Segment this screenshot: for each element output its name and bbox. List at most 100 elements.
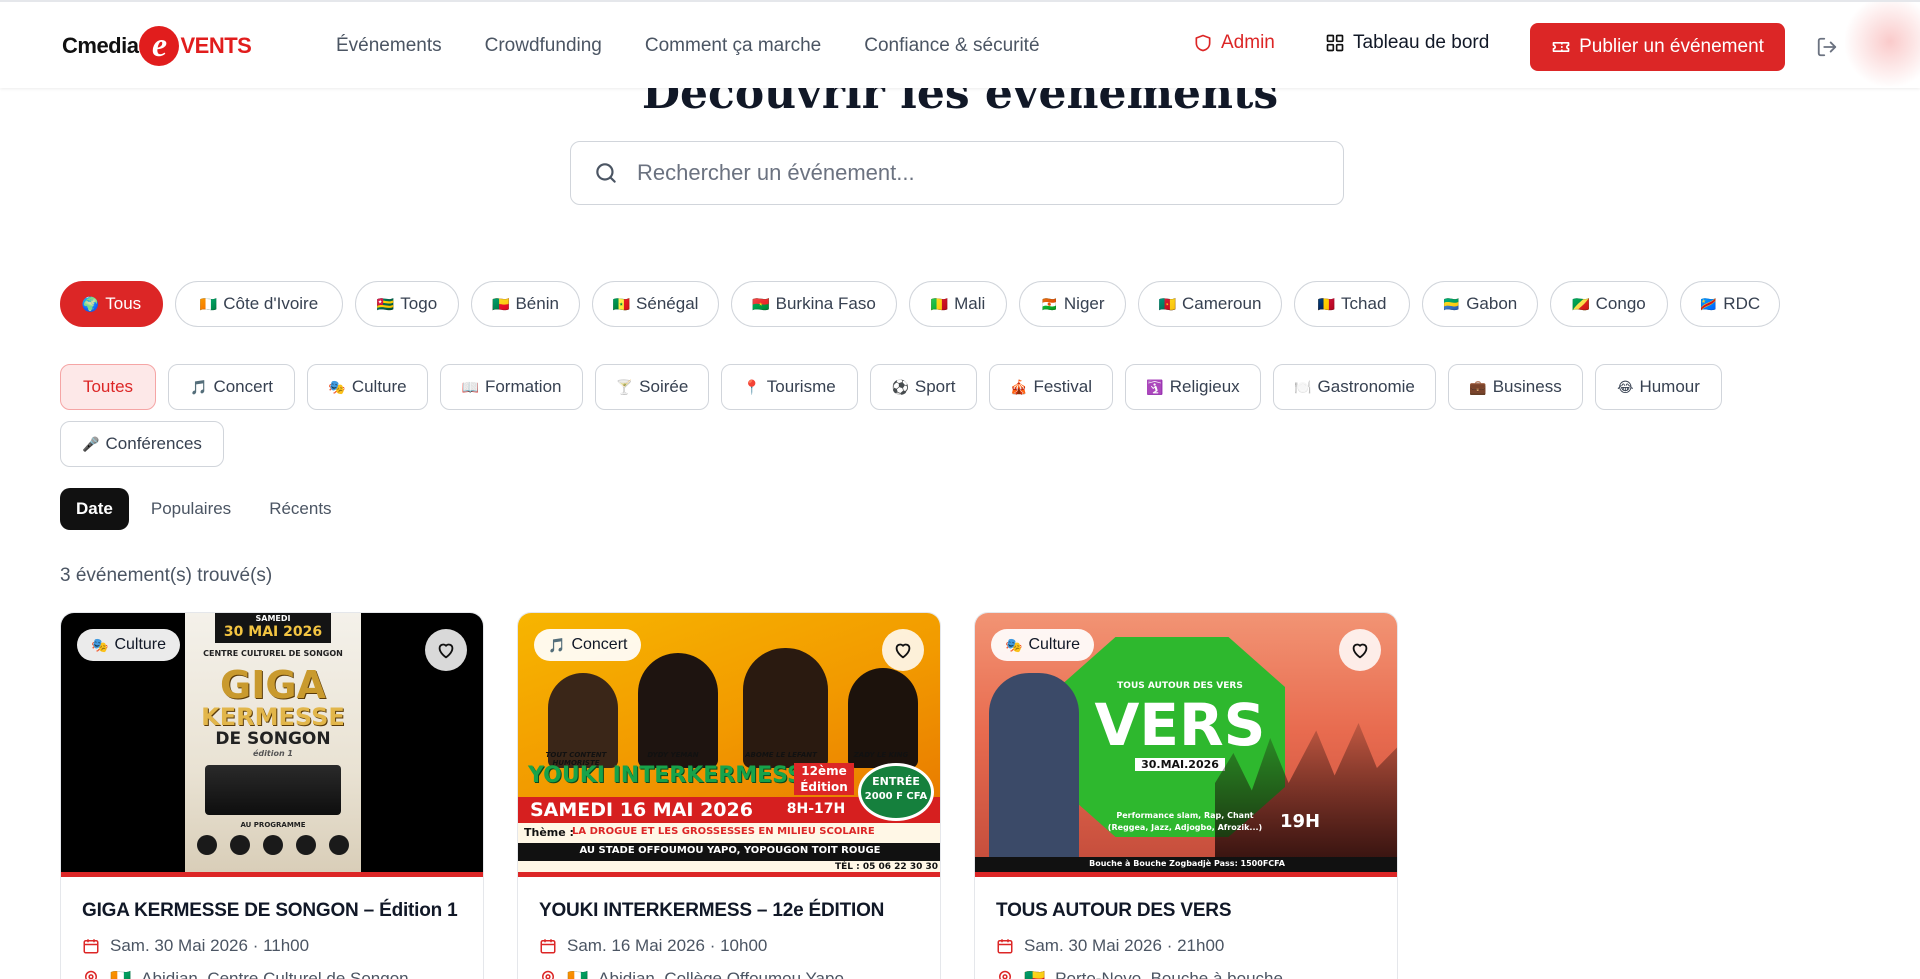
poster-theme-label: Thème : [524, 826, 574, 839]
category-badge: 🎵 Concert [534, 629, 642, 661]
logout-icon[interactable] [1816, 36, 1838, 58]
category-badge: 🎭 Culture [991, 629, 1095, 661]
category-chip-festival[interactable]: 🎪 Festival [989, 364, 1113, 410]
nav-link-events[interactable]: Événements [336, 35, 442, 57]
badge-label: Concert [571, 636, 628, 653]
poster-name-4: ZADY LE KING [853, 751, 909, 759]
category-chip-all[interactable]: Toutes [60, 364, 156, 410]
country-chip-burkina-faso[interactable]: 🇧🇫 Burkina Faso [731, 281, 897, 327]
publish-event-button[interactable]: Publier un événement [1530, 23, 1785, 71]
poster-hours: 8H-17H [786, 801, 846, 817]
poster-day: SAMEDI [255, 614, 291, 623]
event-title[interactable]: YOUKI INTERKERMESS – 12e ÉDITION [539, 900, 884, 922]
flag-icon: 🇸🇳 [612, 295, 631, 312]
favorite-button[interactable] [1339, 629, 1381, 671]
country-chip-niger[interactable]: 🇳🇪 Niger [1019, 281, 1126, 327]
poster-time: 19H [1279, 811, 1321, 832]
country-chip-gabon[interactable]: 🇬🇦 Gabon [1422, 281, 1538, 327]
category-chip-religieux[interactable]: 🛐 Religieux [1125, 364, 1261, 410]
dashboard-label: Tableau de bord [1353, 32, 1490, 53]
sort-popular[interactable]: Populaires [135, 488, 247, 530]
country-chip-tchad[interactable]: 🇹🇩 Tchad [1294, 281, 1410, 327]
chip-label: Mali [954, 294, 986, 313]
category-chip-gastronomie[interactable]: 🍽️ Gastronomie [1273, 364, 1436, 410]
soccer-ball-icon: ⚽ [891, 378, 909, 395]
sort-recent[interactable]: Récents [253, 488, 347, 530]
admin-link[interactable]: Admin [1193, 32, 1275, 54]
category-chip-soiree[interactable]: 🍸 Soirée [595, 364, 709, 410]
chip-label: Tourisme [766, 377, 836, 396]
country-chip-rdc[interactable]: 🇨🇩 RDC [1680, 281, 1780, 327]
country-chip-cote-divoire[interactable]: 🇨🇮 Côte d'Ivoire [175, 281, 343, 327]
book-icon: 📖 [461, 378, 479, 395]
category-chip-culture[interactable]: 🎭 Culture [307, 364, 428, 410]
chip-label: Niger [1063, 294, 1105, 313]
poster-dj-deck [205, 765, 341, 815]
poster-headline: YOUKI INTERKERMESS [528, 763, 803, 788]
decorative-blob [1845, 2, 1920, 90]
country-chip-all[interactable]: 🌍 Tous [60, 281, 163, 327]
poster-headline-2: KERMESSE [201, 703, 345, 731]
nav-link-trust-safety[interactable]: Confiance & sécurité [864, 35, 1039, 57]
flag-icon: 🇨🇲 [1158, 295, 1177, 312]
search-bar[interactable] [570, 141, 1344, 205]
chip-label: Côte d'Ivoire [223, 294, 319, 313]
category-chip-conferences[interactable]: 🎤 Conférences [60, 421, 224, 467]
flag-icon: 🇨🇩 [1699, 295, 1718, 312]
ticket-icon [1552, 42, 1570, 53]
laughing-face-icon: 😂 [1617, 378, 1634, 395]
country-chip-benin[interactable]: 🇧🇯 Bénin [471, 281, 580, 327]
category-chip-tourisme[interactable]: 📍 Tourisme [721, 364, 858, 410]
poster-headline-3: DE SONGON [215, 729, 331, 749]
dashboard-link[interactable]: Tableau de bord [1325, 32, 1489, 54]
country-chip-togo[interactable]: 🇹🇬 Togo [355, 281, 459, 327]
category-chip-humour[interactable]: 😂 Humour [1595, 364, 1722, 410]
chip-label: Tous [105, 294, 142, 313]
flag-icon: 🇬🇦 [1442, 295, 1461, 312]
country-chip-senegal[interactable]: 🇸🇳 Sénégal [592, 281, 719, 327]
favorite-button[interactable] [882, 629, 924, 671]
event-card[interactable]: SAMEDI 30 MAI 2026 CENTRE CULTUREL DE SO… [60, 612, 484, 979]
poster-edition: édition 1 [252, 749, 293, 758]
country-chip-mali[interactable]: 🇲🇱 Mali [909, 281, 1007, 327]
category-chip-concert[interactable]: 🎵 Concert [168, 364, 295, 410]
nav-link-how-it-works[interactable]: Comment ça marche [645, 35, 821, 57]
country-filter: 🌍 Tous 🇨🇮 Côte d'Ivoire 🇹🇬 Togo 🇧🇯 Bénin 🇸🇳 S… [60, 281, 1792, 327]
sort-date[interactable]: Date [60, 488, 129, 530]
poster-date: SAMEDI 16 MAI 2026 [530, 799, 753, 821]
logo-text-vents: VENTS [180, 33, 252, 58]
chip-label: Business [1492, 377, 1562, 396]
country-chip-congo[interactable]: 🇨🇬 Congo [1550, 281, 1668, 327]
heart-icon [1352, 643, 1368, 659]
event-title[interactable]: TOUS AUTOUR DES VERS [996, 900, 1232, 922]
category-chip-business[interactable]: 💼 Business [1448, 364, 1583, 410]
event-location-text: Porto-Novo, Bouche à bouche [1055, 969, 1283, 979]
event-date-text: Sam. 30 Mai 2026 · 21h00 [1024, 936, 1225, 955]
music-note-icon: 🎵 [548, 636, 566, 653]
event-date-text: Sam. 16 Mai 2026 · 10h00 [567, 936, 768, 955]
category-chip-sport[interactable]: ⚽ Sport [870, 364, 977, 410]
category-chip-formation[interactable]: 📖 Formation [440, 364, 583, 410]
event-date: Sam. 30 Mai 2026 · 11h00 [82, 936, 309, 956]
search-input[interactable] [637, 160, 1317, 186]
brand-logo[interactable]: Cmedia e VENTS [62, 26, 252, 66]
flag-icon: 🇹🇩 [1317, 295, 1336, 312]
chip-label: Congo [1595, 294, 1646, 313]
chip-label: Soirée [639, 377, 689, 396]
country-chip-cameroun[interactable]: 🇨🇲 Cameroun [1138, 281, 1282, 327]
chip-label: Gastronomie [1317, 377, 1415, 396]
publish-label: Publier un événement [1579, 36, 1764, 57]
nav-link-crowdfunding[interactable]: Crowdfunding [485, 35, 602, 57]
event-card[interactable]: TOUS AUTOUR DES VERS VERS 30.MAI.2026 Pe… [974, 612, 1398, 979]
sort-tabs: Date Populaires Récents [60, 488, 354, 530]
image-accent-line [61, 872, 483, 877]
event-card[interactable]: TOUT CONTENT HUMORISTE DYDY YEMAN ABOME … [517, 612, 941, 979]
flag-icon: 🇳🇪 [1040, 295, 1058, 312]
favorite-button[interactable] [425, 629, 467, 671]
event-title[interactable]: GIGA KERMESSE DE SONGON – Édition 1 [82, 900, 458, 922]
program-icon [296, 835, 316, 855]
poster-small-title: TOUS AUTOUR DES VERS [1117, 681, 1243, 691]
image-accent-line [518, 872, 940, 877]
event-date: Sam. 30 Mai 2026 · 21h00 [996, 936, 1224, 956]
poster-phone: TÉL : 05 06 22 30 30 [834, 862, 938, 872]
